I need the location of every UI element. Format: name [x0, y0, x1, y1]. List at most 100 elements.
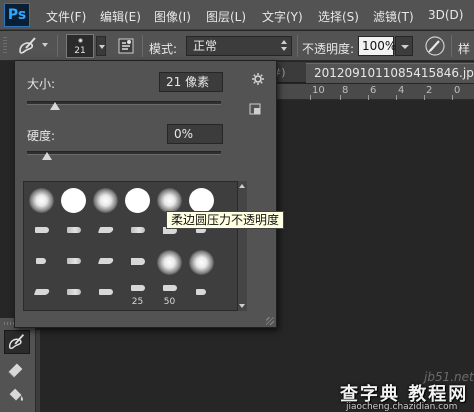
blend-mode-select[interactable]: 正常 — [186, 36, 292, 56]
brush-preset-cell[interactable] — [58, 185, 89, 215]
hardness-input[interactable]: 0% — [167, 124, 223, 144]
hardness-slider-track[interactable] — [27, 151, 221, 155]
menu-image[interactable]: 图像(I) — [154, 8, 191, 25]
separator — [451, 35, 452, 57]
preset-scrollbar[interactable] — [237, 181, 247, 311]
menu-select[interactable]: 选择(S) — [318, 8, 359, 25]
brush-preset-cell[interactable] — [58, 278, 89, 308]
brush-preset-cell[interactable] — [122, 185, 153, 215]
blend-mode-value: 正常 — [193, 39, 218, 53]
mode-label: 模式: — [149, 42, 178, 56]
brush-tip-icon — [97, 258, 115, 264]
select-arrows-icon — [281, 40, 287, 52]
scroll-down-arrow-icon[interactable] — [239, 304, 245, 308]
brush-tip-icon — [33, 289, 51, 295]
brush-tip-icon — [97, 227, 115, 233]
separator — [297, 35, 298, 57]
tablet-pressure-opacity-icon[interactable] — [424, 35, 446, 57]
brush-preset-cell[interactable] — [26, 185, 57, 215]
brush-tip-icon — [67, 227, 81, 233]
menu-file[interactable]: 文件(F) — [46, 8, 86, 25]
brush-preset-cell[interactable]: 25 — [122, 278, 153, 308]
ruler-tick — [424, 95, 425, 100]
paint-bucket-icon — [9, 388, 23, 401]
tool-preset-arrow-icon[interactable] — [42, 43, 48, 47]
separator — [142, 35, 143, 57]
brush-preset-panel: 大小: 21 像素 硬度: 0% 25 50 — [14, 60, 277, 328]
brush-preset-picker[interactable]: 21 — [66, 34, 94, 58]
menu-filter[interactable]: 滤镜(T) — [373, 8, 414, 25]
photoshop-logo: Ps — [4, 3, 30, 27]
soft-round-brush-icon — [29, 188, 54, 213]
brush-size-label: 25 — [131, 297, 144, 307]
menu-bar: Ps 文件(F) 编辑(E) 图像(I) 图层(L) 文字(Y) 选择(S) 滤… — [0, 0, 474, 30]
hardness-slider-thumb[interactable] — [42, 152, 52, 160]
brush-tip-icon — [67, 258, 81, 264]
menu-type[interactable]: 文字(Y) — [262, 8, 303, 25]
brush-preset-cell[interactable] — [26, 278, 57, 308]
separator — [57, 35, 58, 57]
brush-preset-cell[interactable] — [58, 216, 89, 246]
toolbox — [0, 318, 36, 412]
brush-icon — [8, 334, 25, 350]
size-slider-thumb[interactable] — [49, 102, 60, 110]
ruler-number: 6 — [370, 85, 377, 96]
brush-preset-cell[interactable] — [58, 247, 89, 277]
panel-resize-grip[interactable] — [266, 317, 274, 325]
brush-tip-icon — [99, 289, 113, 295]
watermark-subtext: jiaocheng.chazidian.com — [346, 402, 458, 412]
soft-round-brush-icon — [93, 188, 118, 213]
ruler-number: 0 — [454, 85, 461, 96]
options-bar: 21 模式: 正常 不透明度: 100% 样 — [0, 31, 474, 61]
brush-preset-cell[interactable] — [90, 216, 121, 246]
paint-bucket-tool-button[interactable] — [4, 384, 30, 408]
menu-3d[interactable]: 3D(D) — [428, 8, 463, 22]
ruler-number: 4 — [398, 85, 405, 96]
brush-preset-cell[interactable] — [154, 247, 185, 277]
new-preset-icon[interactable] — [249, 103, 261, 115]
brush-tip-icon — [78, 38, 83, 43]
opacity-label: 不透明度: — [302, 42, 355, 56]
hard-round-brush-icon — [125, 188, 150, 213]
brush-tip-icon — [131, 285, 145, 291]
brush-tool-button[interactable] — [4, 330, 30, 354]
soft-round-brush-icon — [189, 250, 214, 275]
brush-tip-icon — [35, 227, 49, 233]
brush-preset-cell[interactable] — [26, 247, 57, 277]
brush-tip-icon — [36, 258, 46, 264]
ruler-tick — [310, 95, 311, 100]
brush-tool-icon[interactable] — [14, 34, 40, 58]
brush-tip-icon — [131, 258, 145, 265]
options-trailing-label: 样 — [458, 42, 471, 56]
brush-preset-cell[interactable] — [122, 247, 153, 277]
brush-preset-dropdown-button[interactable] — [96, 36, 106, 56]
menu-layer[interactable]: 图层(L) — [206, 8, 246, 25]
brush-preset-cell[interactable] — [26, 216, 57, 246]
brush-preset-cell[interactable]: 50 — [154, 278, 185, 308]
brush-preset-cell[interactable] — [122, 216, 153, 246]
soft-round-brush-icon — [157, 250, 182, 275]
hard-round-brush-icon — [189, 188, 214, 213]
ruler-number: 2 — [426, 85, 433, 96]
gear-icon[interactable] — [251, 72, 265, 86]
size-label: 大小: — [27, 77, 56, 91]
brush-preset-cell[interactable] — [186, 247, 217, 277]
opacity-slider-button[interactable] — [395, 36, 413, 56]
document-tab[interactable]: 201209101108541584​6.jpg — [306, 63, 474, 83]
ruler-number: 8 — [342, 85, 349, 96]
soft-round-brush-icon — [157, 188, 182, 213]
menu-edit[interactable]: 编辑(E) — [100, 8, 141, 25]
brush-preset-cell[interactable] — [90, 247, 121, 277]
opacity-input[interactable]: 100% — [358, 36, 396, 56]
size-input[interactable]: 21 像素 — [159, 72, 223, 92]
scroll-up-arrow-icon[interactable] — [239, 184, 245, 188]
ruler-tick — [368, 95, 369, 100]
brush-preset-cell[interactable] — [90, 278, 121, 308]
brush-preset-cell[interactable] — [90, 185, 121, 215]
brush-preset-cell[interactable] — [186, 278, 217, 308]
brush-preset-grid: 25 50 — [23, 181, 247, 311]
options-bar-grip[interactable] — [3, 37, 7, 55]
brush-panel-toggle-icon[interactable] — [117, 36, 135, 56]
eraser-tool-button[interactable] — [4, 358, 30, 382]
eraser-icon — [8, 363, 23, 378]
